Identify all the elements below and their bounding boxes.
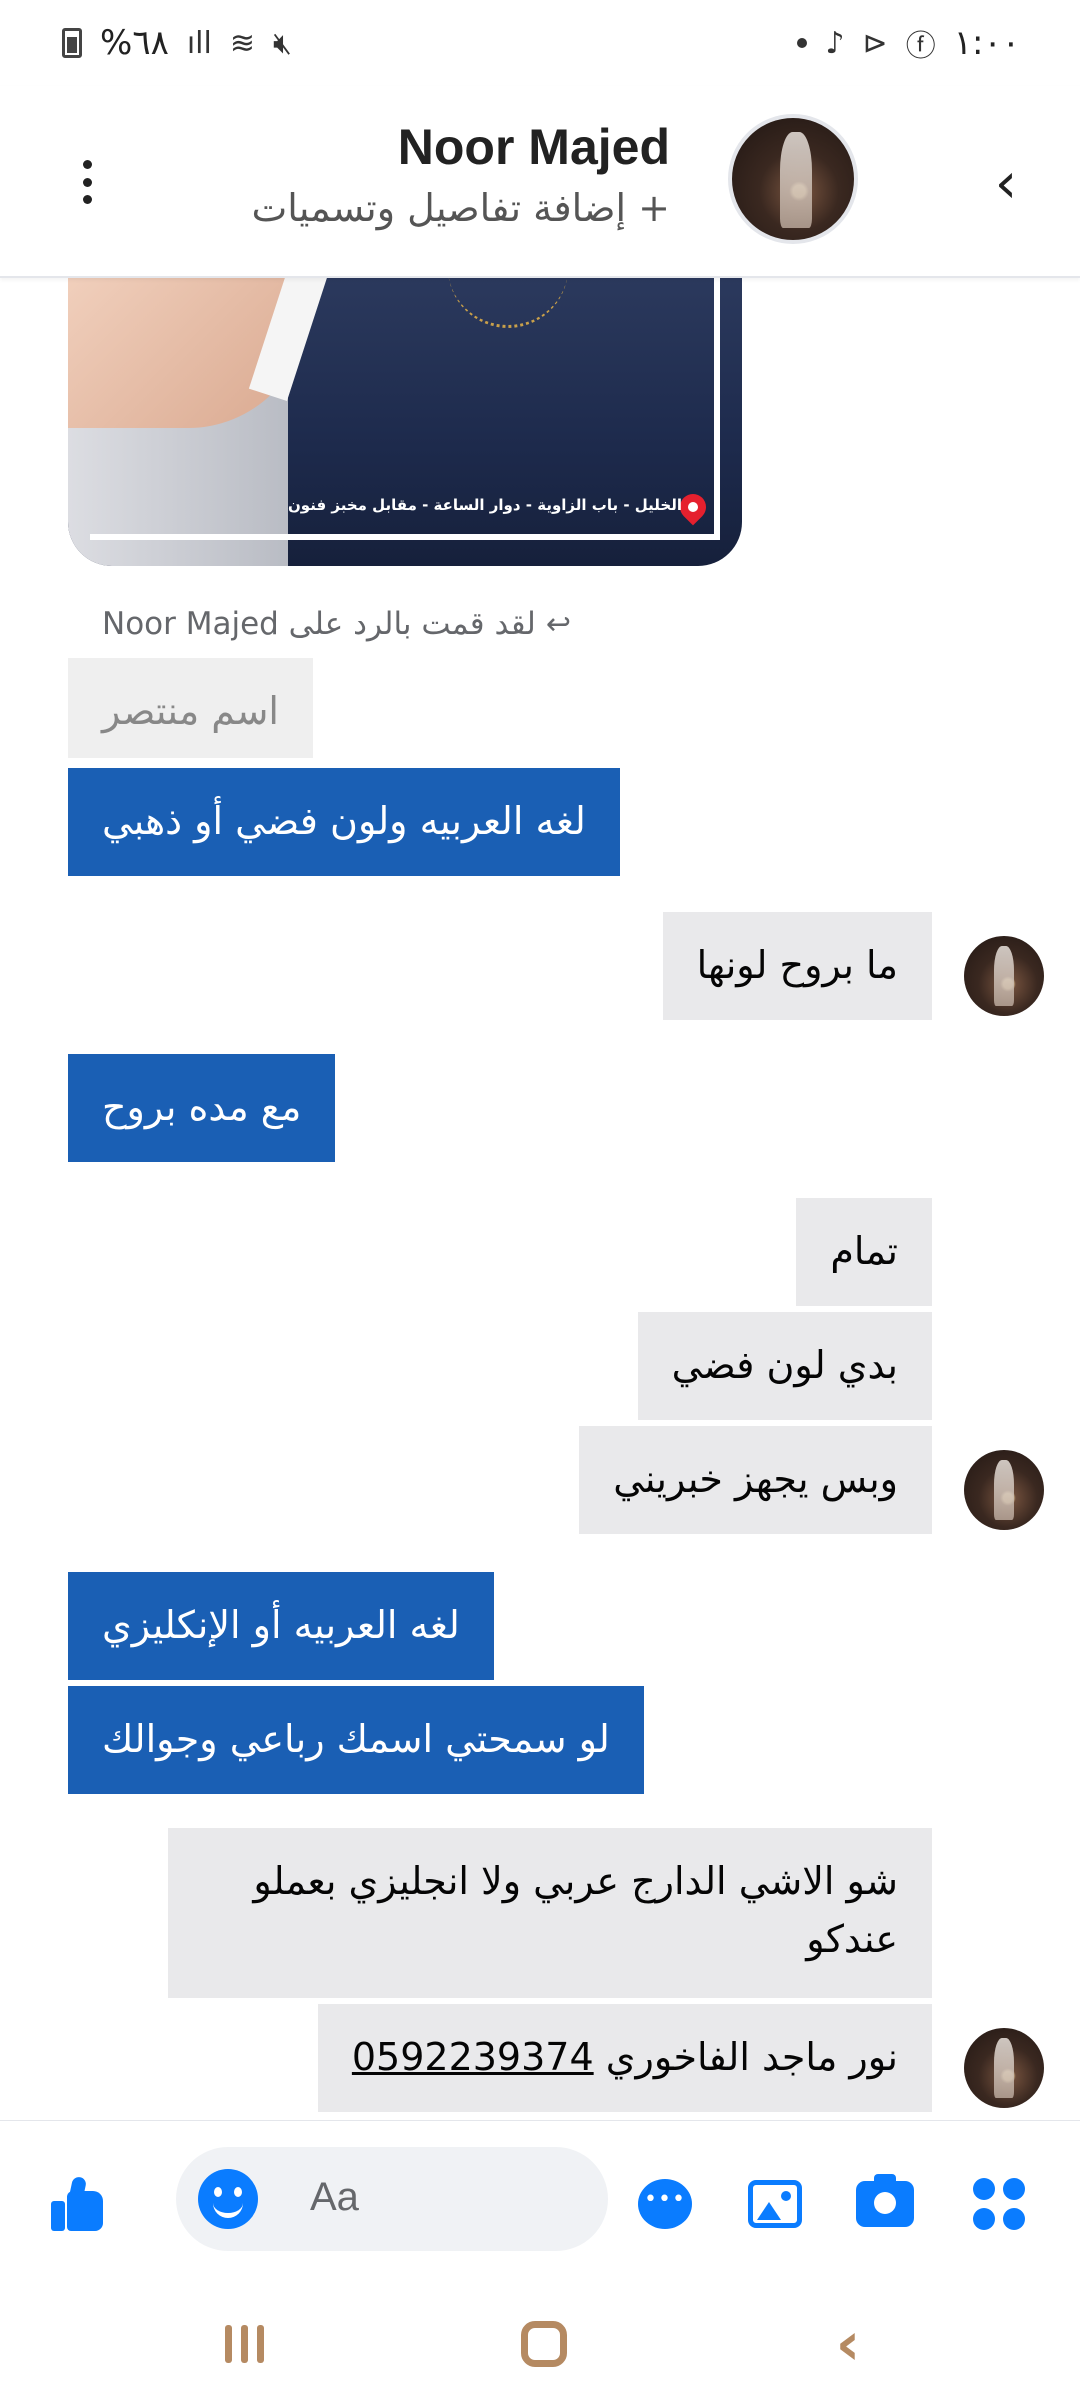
recent-apps-icon[interactable] [204, 2312, 284, 2376]
sender-avatar[interactable] [964, 1450, 1044, 1530]
facebook-icon: ⓕ [905, 29, 936, 64]
message-bubble-incoming[interactable]: تمام [796, 1198, 932, 1306]
message-bubble-outgoing[interactable]: لغه العربيه أو الإنكليزي [68, 1572, 494, 1680]
clock: ١:٠٠ [953, 23, 1020, 63]
add-details-link[interactable]: + إضافة تفاصيل وتسميات [251, 186, 670, 230]
status-right: ♪ ⊳ ⓕ ١:٠٠ [797, 21, 1020, 65]
chat-bubble-icon[interactable] [634, 2173, 696, 2235]
contact-avatar[interactable] [728, 114, 858, 244]
reply-note-text: لقد قمت بالرد على Noor Majed [102, 606, 536, 642]
back-icon[interactable]: ‹ [808, 2309, 888, 2379]
wifi-icon: ≋ [229, 25, 255, 61]
home-icon[interactable] [504, 2312, 584, 2376]
notification-dot-icon [797, 38, 808, 48]
emoji-icon[interactable] [198, 2169, 258, 2229]
sender-avatar[interactable] [964, 2028, 1044, 2108]
phone-number-link[interactable]: 0592239374 [352, 2035, 594, 2079]
chat-header: Noor Majed + إضافة تفاصيل وتسميات ‹ [0, 86, 1080, 278]
message-line: عندكو [806, 1917, 898, 1961]
message-bubble-incoming[interactable]: ما بروح لونها [662, 912, 932, 1020]
gallery-icon[interactable] [744, 2173, 806, 2235]
message-composer: Aa [0, 2120, 1080, 2282]
reply-note: لقد قمت بالرد على Noor Majed ↩ [102, 606, 571, 642]
reply-icon: ↩ [545, 606, 571, 642]
mute-icon: 🔇︎ [273, 25, 292, 61]
image-caption: الخليل - باب الزاوية - دوار الساعة - مقا… [287, 496, 682, 514]
contact-name[interactable]: Noor Majed [398, 118, 670, 176]
message-input-placeholder: Aa [310, 2175, 359, 2219]
message-bubble-incoming[interactable]: بدي لون فضي [637, 1312, 932, 1420]
play-icon: ⊳ [862, 25, 888, 61]
message-bubble-incoming[interactable]: شو الاشي الدارج عربي ولا انجليزي بعملو ع… [168, 1828, 932, 1998]
sender-avatar[interactable] [964, 936, 1044, 1016]
camera-icon[interactable] [854, 2173, 916, 2235]
status-bar: %٦٨ ıll ≋ 🔇︎ ♪ ⊳ ⓕ ١:٠٠ [0, 0, 1080, 86]
chevron-left-icon[interactable]: ‹ [978, 156, 1034, 212]
system-nav-bar: ‹ [0, 2282, 1080, 2408]
message-bubble-outgoing[interactable]: لغه العربيه ولون فضي أو ذهبي [68, 768, 620, 876]
message-bubble-outgoing[interactable]: لو سمحتي اسمك رباعي وجوالك [68, 1686, 644, 1794]
message-line: شو الاشي الدارج عربي ولا انجليزي بعملو [253, 1859, 898, 1903]
tiktok-icon: ♪ [825, 25, 845, 61]
message-bubble-incoming[interactable]: وبس يجهز خبريني [579, 1426, 932, 1534]
message-bubble-incoming[interactable]: نور ماجد الفاخوري 0592239374 [317, 2004, 932, 2112]
more-vertical-icon[interactable] [72, 152, 102, 212]
like-icon[interactable] [46, 2173, 108, 2235]
quoted-message[interactable]: اسم منتصر [68, 658, 313, 758]
message-list[interactable]: الخليل - باب الزاوية - دوار الساعة - مقا… [0, 278, 1080, 2120]
battery-icon [62, 28, 82, 58]
message-text: نور ماجد الفاخوري [605, 2035, 898, 2079]
message-bubble-outgoing[interactable]: مع مده بروح [68, 1054, 336, 1162]
apps-icon[interactable] [968, 2173, 1030, 2235]
signal-icon: ıll [186, 25, 212, 61]
battery-percent: %٦٨ [100, 23, 169, 63]
shared-image[interactable]: الخليل - باب الزاوية - دوار الساعة - مقا… [68, 278, 742, 566]
status-left: %٦٨ ıll ≋ 🔇︎ [62, 23, 292, 63]
message-input[interactable]: Aa [176, 2147, 608, 2251]
